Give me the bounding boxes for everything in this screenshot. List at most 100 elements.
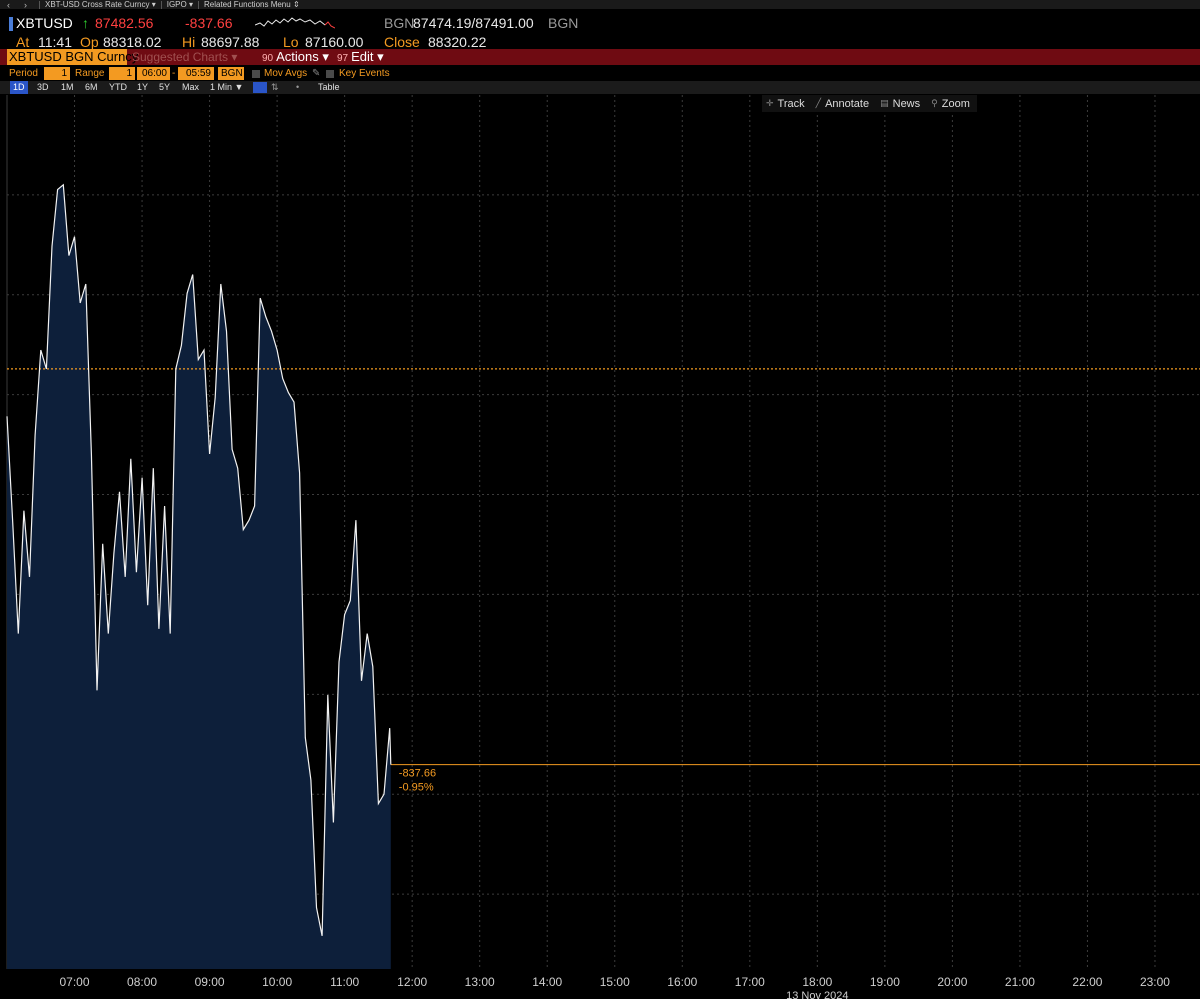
x-tick-label: 15:00 [600,975,630,989]
tick-up-arrow-icon: ↑ [82,15,89,31]
x-tick-label: 07:00 [60,975,90,989]
annotate-label: Annotate [825,97,870,110]
actions-menu-button[interactable]: 90 Actions ▾ [262,49,329,65]
last-price: 87482.56 [95,15,154,31]
chart-toolbar: ✛ Track ╱ Annotate ▤ News ⚲ Zoom [762,95,977,112]
bid-ask: 87474.19/87491.00 [413,15,534,31]
high-value: 88697.88 [201,34,260,50]
period-field[interactable]: 1 [44,67,70,80]
interval-3d[interactable]: 3D [37,81,49,94]
price-chart[interactable]: -837.66 -0.95% 07:00 08:00 09:00 10:00 11:00… [0,95,1200,999]
magnifier-icon: ⚲ [931,98,938,108]
quote-time: 11:41 [38,34,72,50]
interval-6m[interactable]: 6M [85,81,98,94]
interval-max[interactable]: Max [182,81,199,94]
start-time-field[interactable]: 06:00 [137,67,170,80]
bar-chart-icon[interactable]: ⇅ [271,81,279,94]
suggested-charts-menu[interactable]: Suggested Charts ▾ [132,49,237,65]
last-change-pct-label: -0.95% [399,782,434,794]
interval-1d[interactable]: 1D [10,81,28,94]
quote-stats: At 11:41 Op 88318.02 Hi 88697.88 Lo 8716… [0,34,1200,50]
key-events-checkbox[interactable] [326,70,334,78]
net-change: -837.66 [185,15,233,31]
sparkline-icon [255,17,335,29]
mov-avgs-checkbox[interactable] [252,70,260,78]
edit-menu-button[interactable]: 97 Edit ▾ [337,49,384,65]
low-label: Lo [283,34,299,50]
news-tool[interactable]: ▤ News [876,98,927,110]
x-tick-label: 13:00 [465,975,495,989]
interval-1m[interactable]: 1M [61,81,74,94]
related-functions-menu[interactable]: Related Functions Menu ⇕ [204,0,300,9]
low-value: 87160.00 [305,34,364,50]
frequency-menu[interactable]: 1 Min ▼ [210,81,243,94]
range-field[interactable]: 1 [109,67,135,80]
x-tick-label: 17:00 [735,975,765,989]
ticker[interactable]: XBTUSD [16,15,73,31]
security-description-menu[interactable]: XBT-USD Cross Rate Curncy ▾ [45,0,156,9]
x-tick-label: 16:00 [667,975,697,989]
interval-ytd[interactable]: YTD [109,81,127,94]
source-field[interactable]: BGN [218,67,244,80]
history-nav: ‹ › [0,0,34,9]
x-tick-label: 18:00 [802,975,832,989]
function-menu-strip: ‹ › XBT-USD Cross Rate Curncy ▾ IGPO ▾ R… [0,0,1200,9]
security-field[interactable]: XBTUSD BGN Curncy [7,49,138,65]
at-label: At [16,34,30,50]
period-label: Period [9,68,38,79]
x-tick-label: 10:00 [262,975,292,989]
interval-5y[interactable]: 5Y [159,81,170,94]
chart-parameters: Period 1 Range 1 06:00 - 05:59 BGN Mov A… [0,67,1200,81]
forward-arrow-icon[interactable]: › [24,0,27,9]
x-tick-label: 22:00 [1072,975,1102,989]
x-axis-date-label: 13 Nov 2024 [786,990,848,999]
mov-avgs-label: Mov Avgs [264,68,308,79]
dropdown-caret-icon: ▾ [322,49,329,64]
x-tick-label: 20:00 [937,975,967,989]
dropdown-caret-icon: ▾ [231,50,238,64]
actions-label: Actions [276,49,319,64]
interval-1y[interactable]: 1Y [137,81,148,94]
divider [197,0,199,9]
related-functions-label: Related Functions Menu [203,0,291,9]
end-time-field[interactable]: 05:59 [178,67,214,80]
last-change-label: -837.66 [399,768,436,780]
pen-icon: ╱ [815,98,822,108]
x-axis-ticks: 07:00 08:00 09:00 10:00 11:00 12:00 13:00 14:00… [60,975,1171,989]
suggested-charts-label: Suggested Charts [132,50,229,64]
actions-hotkey: 90 [262,53,274,64]
frequency-label: 1 Min [210,82,233,92]
function-menu[interactable]: IGPO ▾ [167,0,193,9]
price-area-fill [7,184,391,970]
more-options-icon[interactable]: • [296,81,299,94]
pencil-icon[interactable]: ✎ [312,67,320,80]
x-tick-label: 23:00 [1140,975,1170,989]
x-tick-label: 19:00 [870,975,900,989]
key-events-label: Key Events [339,68,390,79]
x-tick-label: 21:00 [1005,975,1035,989]
line-chart-icon[interactable] [253,82,267,93]
interval-toolbar: 1D 3D 1M 6M YTD 1Y 5Y Max 1 Min ▼ ⇅ • Ta… [0,81,1200,94]
x-tick-label: 11:00 [330,975,359,989]
close-label: Close [384,34,420,50]
range-label: Range [75,68,105,79]
divider [160,0,162,9]
close-value: 88320.22 [428,34,487,50]
edit-hotkey: 97 [337,53,349,64]
x-tick-label: 09:00 [195,975,225,989]
news-icon: ▤ [880,98,889,108]
dropdown-caret-icon: ▾ [377,49,384,64]
track-tool[interactable]: ✛ Track [762,98,812,110]
security-description: XBT-USD Cross Rate Curncy [45,0,150,9]
crosshair-icon: ✛ [766,98,774,108]
zoom-tool[interactable]: ⚲ Zoom [927,98,977,110]
dropdown-caret-icon: ▾ [188,0,193,9]
back-arrow-icon[interactable]: ‹ [7,0,10,9]
dropdown-caret-icon: ▾ [151,0,156,9]
track-label: Track [777,97,805,110]
source-label: BGN [548,15,579,31]
source-label: BGN [384,15,415,31]
annotate-tool[interactable]: ╱ Annotate [812,98,876,110]
action-bar: XBTUSD BGN Curncy Suggested Charts ▾ 90 A… [0,49,1200,65]
table-button[interactable]: Table [318,81,340,94]
